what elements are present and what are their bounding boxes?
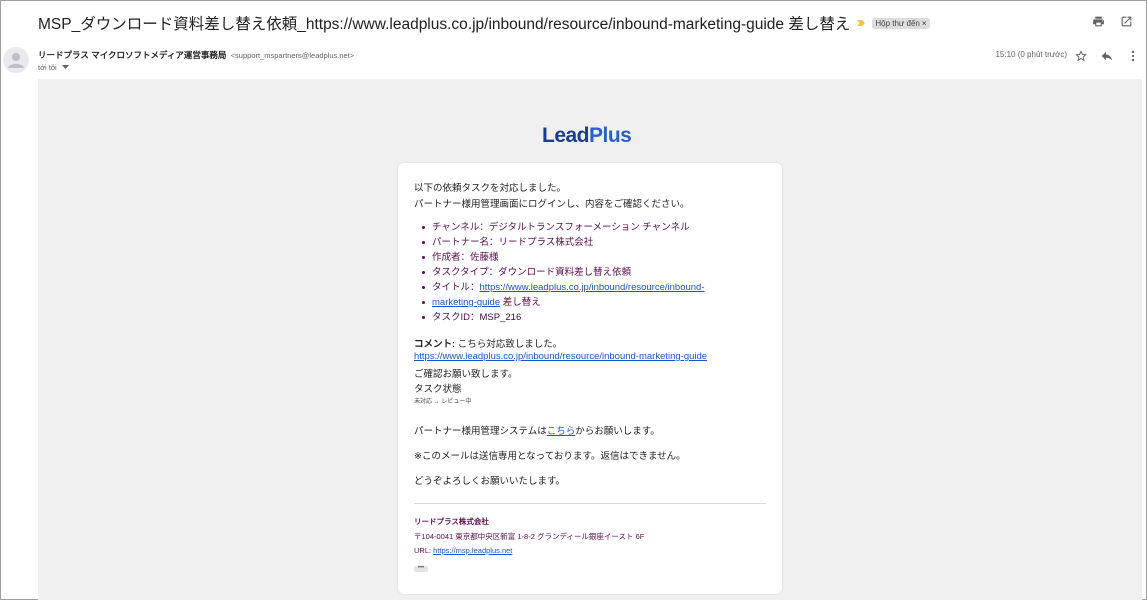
label-chip-text: Hộp thư đến <box>875 18 920 28</box>
show-trimmed-content-button[interactable]: ••• <box>414 565 428 572</box>
list-item: 作成者：佐藤様 <box>422 250 705 265</box>
email-subject: MSP_ダウンロード資料差し替え依頼_https://www.leadplus.… <box>38 16 851 33</box>
recipient-row[interactable]: tới tôi <box>38 63 69 72</box>
label-remove-icon[interactable]: × <box>922 19 927 28</box>
importance-marker-icon[interactable] <box>856 18 866 28</box>
title-link-continued[interactable]: marketing-guide <box>432 297 500 308</box>
leadplus-logo: LeadPlus <box>542 124 632 148</box>
signature-divider <box>414 503 766 504</box>
label-chip-inbox[interactable]: Hộp thư đến × <box>872 17 930 29</box>
intro-line-2: パートナー様用管理画面にログインし、内容をご確認ください。 <box>414 199 690 210</box>
signature-company: リードプラス株式会社 <box>414 517 489 526</box>
sender-name[interactable]: リードプラス マイクロソフトメディア運営事務局 <box>38 50 226 60</box>
list-item: marketing-guide 差し替え <box>422 295 705 310</box>
recipient-text: tới tôi <box>38 63 57 72</box>
task-status-value: 未対応 → レビュー中 <box>414 399 472 405</box>
sender-email: <support_mspartners@leadplus.net> <box>230 51 355 60</box>
star-icon[interactable] <box>1073 48 1089 64</box>
open-in-new-window-icon[interactable] <box>1119 14 1133 28</box>
top-toolbar <box>1091 14 1133 28</box>
title-link[interactable]: https://www.leadplus.co.jp/inbound/resou… <box>480 282 705 293</box>
list-item: チャンネル：デジタルトランスフォーメーション チャンネル <box>422 220 705 235</box>
person-avatar-icon <box>8 53 24 68</box>
comment-label: コメント: <box>414 339 456 350</box>
list-item: タイトル：https://www.leadplus.co.jp/inbound/… <box>422 280 705 295</box>
logo-lead-text: Lead <box>542 124 590 147</box>
signature-url-line: URL: https://msp.leadplus.net <box>414 546 512 555</box>
email-card: 以下の依頼タスクを対応しました。 パートナー様用管理画面にログインし、内容をご確… <box>398 163 782 594</box>
signature-url-link[interactable]: https://msp.leadplus.net <box>433 546 512 555</box>
sender-row: リードプラス マイクロソフトメディア運営事務局 <support_mspartn… <box>38 49 354 61</box>
system-prefix: パートナー様用管理システムは <box>414 426 547 437</box>
closing-text: どうぞよろしくお願いいたします。 <box>414 476 566 487</box>
comment-line: コメント: こちら対応致しました。 <box>414 336 562 350</box>
comment-link[interactable]: https://www.leadplus.co.jp/inbound/resou… <box>414 351 707 362</box>
comment-text: こちら対応致しました。 <box>455 339 563 350</box>
list-item: パートナー名：リードプラス株式会社 <box>422 235 705 250</box>
task-details-list: チャンネル：デジタルトランスフォーメーション チャンネル パートナー名：リードプ… <box>422 220 705 325</box>
signature-url-label: URL: <box>414 546 434 555</box>
list-item: タスクタイプ：ダウンロード資料差し替え依頼 <box>422 265 705 280</box>
chevron-down-icon[interactable] <box>61 65 69 70</box>
message-actions <box>1073 48 1141 64</box>
list-item: タスクID：MSP_216 <box>422 310 705 325</box>
reply-icon[interactable] <box>1099 48 1115 64</box>
task-id-label: タスクID： <box>432 312 480 323</box>
email-time: 15:10 (0 phút trước) <box>995 50 1067 59</box>
title-suffix: 差し替え <box>500 297 541 308</box>
system-suffix: からお願いします。 <box>575 426 660 437</box>
system-line: パートナー様用管理システムはこちらからお願いします。 <box>414 423 660 437</box>
sender-avatar <box>3 47 29 73</box>
task-id-value: MSP_216 <box>479 312 522 323</box>
title-prefix: タイトル： <box>432 282 480 293</box>
print-icon[interactable] <box>1091 14 1105 28</box>
signature-address: 〒104-0041 東京都中央区新富 1-8-2 グランディール銀座イースト 6… <box>414 532 645 541</box>
task-status-label: タスク状態 <box>414 384 462 395</box>
subject-row: MSP_ダウンロード資料差し替え依頼_https://www.leadplus.… <box>38 12 930 34</box>
more-vert-icon[interactable] <box>1125 48 1141 64</box>
logo-plus-text: Plus <box>589 124 632 147</box>
system-link[interactable]: こちら <box>547 426 576 437</box>
comment-link-line: https://www.leadplus.co.jp/inbound/resou… <box>414 351 707 362</box>
intro-line-1: 以下の依頼タスクを対応しました。 <box>414 183 567 194</box>
notice-text: ※このメールは送信専用となっております。返信はできません。 <box>414 451 686 462</box>
confirm-text: ご確認お願い致します。 <box>414 369 518 380</box>
